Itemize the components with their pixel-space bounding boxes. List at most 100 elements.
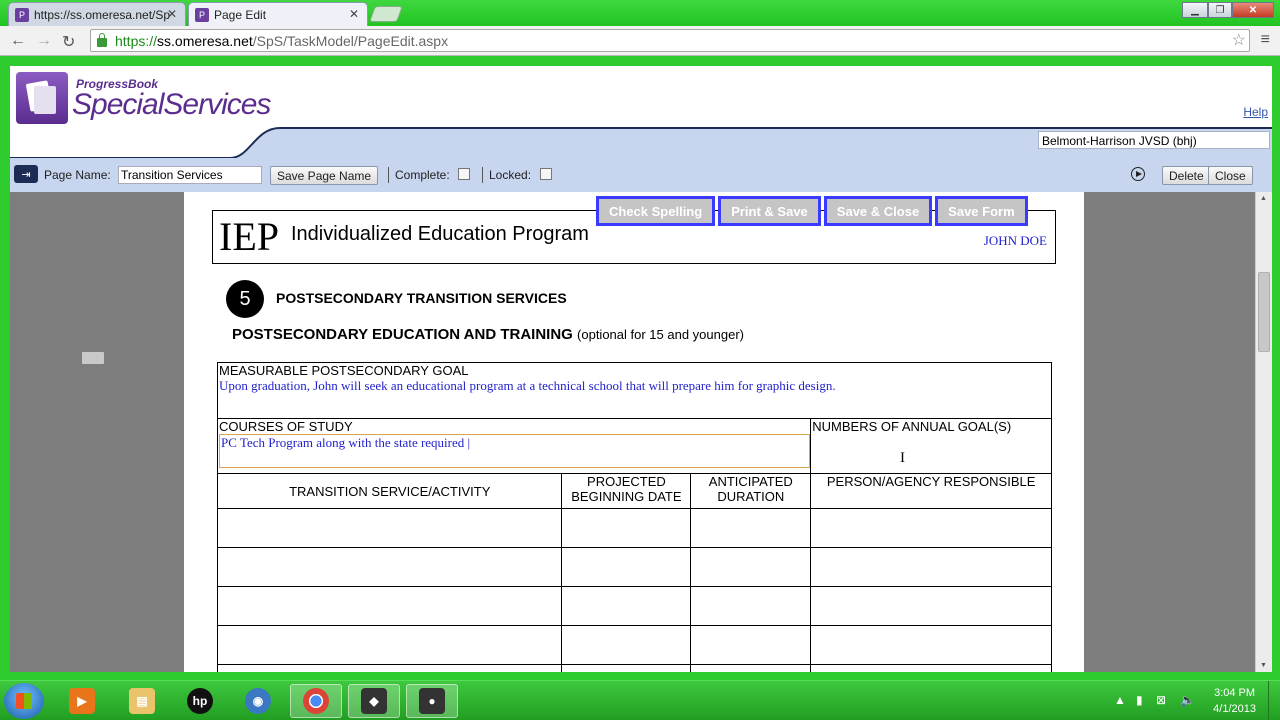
page-favicon-icon: P	[195, 7, 209, 22]
begin-cell[interactable]	[561, 586, 692, 626]
save-form-button[interactable]: Save Form	[935, 196, 1028, 226]
service-cell[interactable]	[216, 547, 563, 587]
person-cell[interactable]	[810, 508, 1052, 548]
page-name-label: Page Name:	[44, 168, 111, 182]
service-cell[interactable]	[216, 625, 563, 665]
person-cell[interactable]	[810, 625, 1052, 665]
subsection-title: POSTSECONDARY EDUCATION AND TRAINING (op…	[232, 326, 744, 343]
minimize-icon[interactable]: ▁	[1182, 2, 1208, 18]
address-bar[interactable]: https:// ss.omeresa.net /SpS/TaskModel/P…	[90, 29, 1250, 52]
scroll-up-icon[interactable]: ▲	[1260, 195, 1267, 202]
begin-cell[interactable]	[561, 625, 692, 665]
subsection-title-text: POSTSECONDARY EDUCATION AND TRAINING	[232, 326, 573, 343]
col-header-person: PERSON/AGENCY RESPONSIBLE	[810, 473, 1052, 509]
annual-goals-cell[interactable]: NUMBERS OF ANNUAL GOAL(S)	[810, 418, 1052, 474]
person-cell[interactable]	[810, 586, 1052, 626]
network-icon[interactable]: ⊠	[1156, 693, 1166, 707]
service-cell[interactable]	[216, 586, 563, 626]
courses-cell: COURSES OF STUDY PC Tech Program along w…	[216, 418, 812, 474]
taskbar-app-1[interactable]: ◆	[348, 684, 400, 718]
app-header: ProgressBook SpecialServices Help Belmon…	[10, 66, 1272, 158]
page-favicon-icon: P	[15, 7, 29, 22]
back-arrow-icon[interactable]: ←	[10, 32, 26, 50]
text-cursor-icon: I	[900, 450, 905, 466]
browser-menu-icon[interactable]: ≡	[1261, 31, 1270, 49]
save-close-button[interactable]: Save & Close	[823, 196, 933, 226]
service-cell[interactable]	[216, 508, 563, 548]
toolbar-divider	[388, 167, 389, 183]
taskbar-explorer[interactable]: ▤	[116, 684, 168, 718]
clock-time: 3:04 PM	[1214, 687, 1256, 699]
forward-arrow-icon[interactable]: →	[36, 32, 52, 50]
close-button[interactable]: Close	[1208, 166, 1253, 185]
iep-title: Individualized Education Program	[291, 223, 589, 245]
exit-arrow-icon[interactable]: ⇥	[14, 165, 38, 183]
help-link[interactable]: Help	[1243, 105, 1268, 119]
tray-expand-icon[interactable]: ▲	[1114, 693, 1126, 707]
show-desktop-button[interactable]	[1268, 681, 1280, 720]
system-clock[interactable]: 3:04 PM 4/1/2013	[1213, 685, 1256, 717]
complete-label: Complete:	[395, 168, 450, 182]
close-tab-icon[interactable]: ✕	[349, 7, 359, 21]
check-spelling-button[interactable]: Check Spelling	[596, 196, 716, 226]
goal-value: Upon graduation, John will seek an educa…	[219, 378, 836, 393]
district-selector[interactable]: Belmont-Harrison JVSD (bhj)	[1038, 131, 1270, 149]
service-cell[interactable]	[216, 664, 563, 672]
content-area: IEP Individualized Education Program JOH…	[10, 192, 1272, 672]
restore-icon[interactable]: ❐	[1208, 2, 1232, 18]
close-tab-icon[interactable]: ✕	[167, 7, 177, 21]
scroll-down-icon[interactable]: ▼	[1260, 662, 1267, 669]
page-name-input[interactable]	[118, 166, 262, 184]
folder-icon: ▤	[129, 688, 155, 714]
courses-header: COURSES OF STUDY	[219, 419, 353, 434]
clock-date: 4/1/2013	[1213, 703, 1256, 715]
duration-cell[interactable]	[690, 508, 812, 548]
browser-tab-page-edit[interactable]: P Page Edit ✕	[188, 2, 368, 26]
begin-cell[interactable]	[561, 547, 692, 587]
courses-of-study-input[interactable]: PC Tech Program along with the state req…	[219, 434, 811, 468]
browser-tab-omeresa[interactable]: P https://ss.omeresa.net/Sp ✕	[8, 2, 186, 26]
url-scheme: https://	[115, 32, 158, 49]
table-row	[216, 508, 1052, 548]
person-cell[interactable]	[810, 664, 1052, 672]
tab-label: Page Edit	[214, 7, 267, 22]
delete-button[interactable]: Delete	[1162, 166, 1211, 185]
taskbar-media-player[interactable]: ▶	[56, 684, 108, 718]
duration-cell[interactable]	[690, 586, 812, 626]
start-button[interactable]	[4, 683, 44, 719]
window-close-icon[interactable]: ✕	[1232, 2, 1274, 18]
save-page-name-button[interactable]: Save Page Name	[270, 166, 379, 185]
person-cell[interactable]	[810, 547, 1052, 587]
bookmark-star-icon[interactable]: ☆	[1232, 30, 1246, 50]
globe-icon: ◉	[245, 688, 271, 714]
reload-icon[interactable]: ↻	[62, 32, 75, 52]
scrollbar-thumb[interactable]	[1258, 272, 1270, 352]
col-header-duration: ANTICIPATED DURATION	[690, 473, 812, 509]
new-tab-button[interactable]	[369, 6, 403, 22]
lock-icon	[97, 33, 107, 47]
volume-icon[interactable]: 🔈	[1180, 693, 1195, 707]
duration-cell[interactable]	[690, 547, 812, 587]
side-handle-icon	[82, 352, 104, 364]
duration-cell[interactable]	[690, 664, 812, 672]
locked-label: Locked:	[489, 168, 532, 182]
col-header-service: TRANSITION SERVICE/ACTIVITY	[216, 473, 563, 509]
taskbar-hp[interactable]: hp	[174, 684, 226, 718]
goal-cell[interactable]: MEASURABLE POSTSECONDARY GOAL Upon gradu…	[217, 362, 1052, 419]
taskbar-app-2[interactable]: ●	[406, 684, 458, 718]
print-save-button[interactable]: Print & Save	[718, 196, 821, 226]
taskbar-chrome[interactable]	[290, 684, 342, 718]
section-title: POSTSECONDARY TRANSITION SERVICES	[276, 290, 567, 306]
begin-cell[interactable]	[561, 508, 692, 548]
begin-cell[interactable]	[561, 664, 692, 672]
locked-checkbox[interactable]	[540, 168, 552, 180]
browser-toolbar: ← → ↻ https:// ss.omeresa.net /SpS/TaskM…	[0, 26, 1280, 56]
battery-icon[interactable]: ▮	[1136, 693, 1143, 707]
progressbook-logo-icon	[16, 72, 68, 124]
duration-cell[interactable]	[690, 625, 812, 665]
play-icon[interactable]	[1131, 167, 1145, 181]
logo-brand-big: SpecialServices	[72, 88, 271, 121]
taskbar-network[interactable]: ◉	[232, 684, 284, 718]
vertical-scrollbar[interactable]: ▲ ▼	[1255, 192, 1272, 672]
complete-checkbox[interactable]	[458, 168, 470, 180]
